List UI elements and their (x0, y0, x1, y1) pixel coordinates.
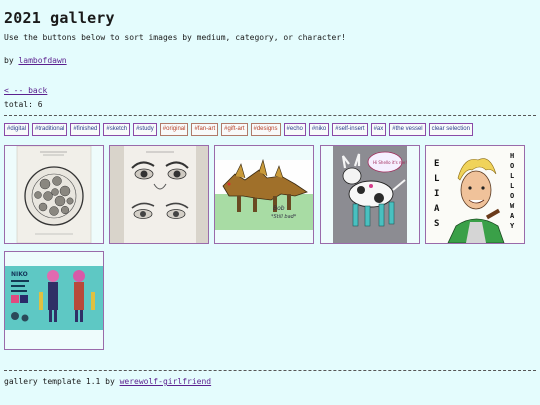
back-link-wrap: < -- back (4, 86, 47, 95)
character-reference-sheet: NIKO (5, 252, 103, 349)
gallery-item-6[interactable]: NIKO (4, 251, 104, 350)
filter-button-gift-art[interactable]: #gift-art (221, 123, 248, 136)
divider-top (4, 115, 536, 116)
reference-sheet-title: NIKO (11, 271, 28, 278)
filter-button-digital[interactable]: #digital (4, 123, 30, 136)
footer-prefix: gallery template 1.1 by (4, 377, 120, 386)
filter-bar: #digital #traditional #finished #sketch #stu… (4, 123, 473, 136)
filter-button-designs[interactable]: #designs (250, 123, 281, 136)
eye-studies-drawing (110, 146, 208, 243)
filter-button-clear-selection[interactable]: clear selection (428, 123, 473, 136)
filter-button-traditional[interactable]: #traditional (32, 123, 68, 136)
sketch-plate-drawing (16, 146, 92, 243)
holloway-letter: O (510, 192, 514, 200)
filter-button-sketch[interactable]: #sketch (103, 123, 131, 136)
filter-button-niko[interactable]: #niko (308, 123, 330, 136)
holloway-letter: H (510, 152, 514, 160)
gallery-item-1[interactable] (4, 145, 104, 244)
page-title: 2021 gallery (4, 9, 115, 27)
total-count: total: 6 (4, 100, 43, 109)
filter-button-the-vessel[interactable]: #the vessel (389, 123, 426, 136)
filter-button-study[interactable]: #study (133, 123, 157, 136)
holloway-letter: L (510, 182, 514, 190)
bob-creature-drawing: Bob *Still bad* (215, 146, 313, 243)
author-link[interactable]: lambofdawn (18, 56, 66, 65)
divider-bottom (4, 370, 536, 371)
elias-holloway-drawing: ELIAS HOLLOWAY (426, 146, 524, 243)
byline-prefix: by (4, 56, 19, 65)
footer: gallery template 1.1 by werewolf-girlfri… (4, 377, 211, 386)
holloway-letter: L (510, 172, 514, 180)
filter-button-original[interactable]: #original (159, 123, 189, 136)
holloway-letter: O (510, 162, 514, 170)
goat-speech-text: Hi Shello it's me! (373, 160, 407, 165)
filter-button-self-insert[interactable]: #self-insert (332, 123, 368, 136)
gallery-item-4[interactable]: Hi Shello it's me! (320, 145, 420, 244)
bob-caption-2: *Still bad* (271, 214, 297, 220)
gallery-item-2[interactable] (109, 145, 209, 244)
filter-button-echo[interactable]: #echo (283, 123, 306, 136)
bob-caption: Bob (273, 205, 285, 212)
gallery-item-5[interactable]: ELIAS HOLLOWAY (425, 145, 525, 244)
template-author-link[interactable]: werewolf-girlfriend (120, 377, 212, 386)
filter-button-ax[interactable]: #ax (370, 123, 387, 136)
goat-creature-drawing: Hi Shello it's me! (321, 146, 419, 243)
intro-text: Use the buttons below to sort images by … (4, 33, 346, 42)
byline: by lambofdawn (4, 56, 67, 65)
gallery-item-3[interactable]: Bob *Still bad* (214, 145, 314, 244)
back-link[interactable]: < -- back (4, 86, 47, 95)
filter-button-fan-art[interactable]: #fan-art (191, 123, 219, 136)
filter-button-finished[interactable]: #finished (70, 123, 101, 136)
